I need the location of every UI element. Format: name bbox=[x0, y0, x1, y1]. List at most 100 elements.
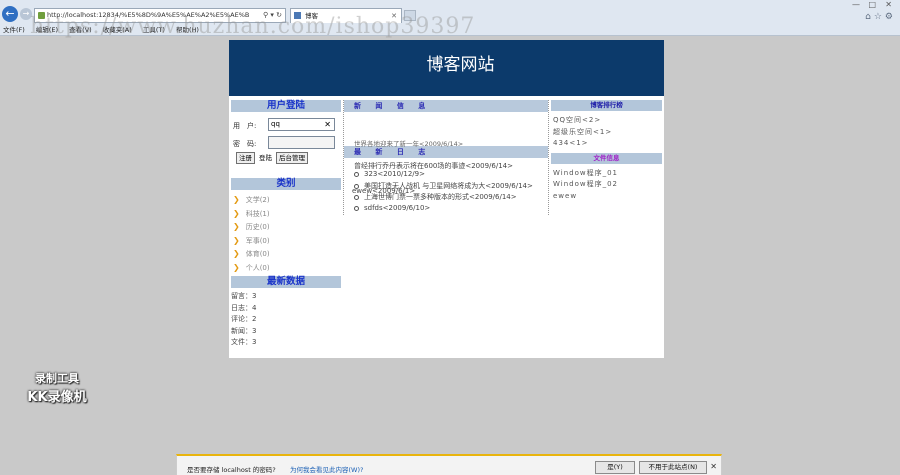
stat-item: 新闻：3 bbox=[231, 326, 257, 335]
browser-chrome: ← → http://localhost:12834/%E5%8D%9A%E5%… bbox=[0, 0, 900, 39]
home-icon[interactable]: ⌂ bbox=[865, 12, 874, 22]
menu-view[interactable]: 查看(V) bbox=[69, 26, 92, 34]
menu-tools[interactable]: 工具(T) bbox=[143, 26, 165, 34]
ranking-item[interactable]: 超级乐空间<1> bbox=[551, 127, 662, 139]
menu-edit[interactable]: 编辑(E) bbox=[36, 26, 58, 34]
recorder-watermark: 录制工具 KK录像机 bbox=[18, 370, 96, 405]
news-marquee: 世界各地迎来了新一年<2009/6/14> bbox=[344, 112, 548, 148]
chevron-right-icon: ❯ bbox=[233, 249, 240, 258]
password-input[interactable] bbox=[268, 136, 335, 149]
forward-arrow-icon[interactable]: → bbox=[20, 8, 32, 20]
page-icon bbox=[38, 12, 45, 19]
search-icon[interactable]: ⚲ ▾ ↻ bbox=[263, 9, 282, 22]
category-label: 科技(1) bbox=[245, 209, 270, 218]
right-column: 博客排行榜 QQ空间<2> 超级乐空间<1> 434<1> 文件信息 Windo… bbox=[551, 100, 662, 202]
username-row: 用 户: qq ✕ bbox=[231, 117, 341, 132]
file-item[interactable]: Window程序_01 bbox=[551, 168, 662, 180]
address-url: http://localhost:12834/%E5%8D%9A%E5%AE%A… bbox=[47, 11, 250, 19]
log-item[interactable]: 323<2010/12/9> bbox=[354, 170, 425, 178]
site-title: 博客网站 bbox=[426, 55, 495, 75]
save-password-bar: 是否要存储 localhost 的密码? 为何我会看见此内容(W)? 是(Y) … bbox=[176, 454, 722, 475]
username-value: qq bbox=[271, 120, 280, 128]
site-banner: 博客网站 bbox=[229, 40, 664, 96]
left-column: 用户登陆 用 户: qq ✕ 密 码: 注册 登陆 后台管理 类别 ❯ 文学(2) ❯… bbox=[231, 100, 341, 349]
chevron-right-icon: ❯ bbox=[233, 195, 240, 204]
menu-help[interactable]: 帮助(H) bbox=[176, 26, 199, 34]
ranking-heading: 博客排行榜 bbox=[551, 100, 662, 111]
middle-column: 新 闻 信 息 世界各地迎来了新一年<2009/6/14> 最 新 日 志 曾经… bbox=[343, 100, 549, 215]
close-icon[interactable]: ✕ bbox=[391, 9, 397, 23]
stats-heading: 最新数据 bbox=[231, 276, 341, 288]
ranking-item[interactable]: QQ空间<2> bbox=[551, 115, 662, 127]
never-button[interactable]: 不用于此站点(N) bbox=[639, 461, 707, 474]
log-label: 上海世博门票一票多种版本的形式<2009/6/14> bbox=[364, 193, 517, 201]
chevron-right-icon: ❯ bbox=[233, 208, 240, 218]
clear-icon[interactable]: ✕ bbox=[324, 119, 331, 130]
tab-favicon-icon bbox=[294, 12, 301, 19]
username-input[interactable]: qq ✕ bbox=[268, 118, 335, 131]
recorder-line2: KK录像机 bbox=[27, 390, 87, 405]
stat-item: 留言：3 bbox=[231, 292, 257, 300]
log-label: 323<2010/12/9> bbox=[364, 170, 425, 178]
category-item[interactable]: ❯ 个人(0) bbox=[233, 261, 341, 275]
gear-icon[interactable]: ⚙ bbox=[885, 12, 896, 22]
file-item[interactable]: ewew bbox=[551, 191, 662, 203]
log-item[interactable]: 上海世博门票一票多种版本的形式<2009/6/14> bbox=[354, 192, 517, 202]
browser-tab[interactable]: 博客 ✕ bbox=[290, 8, 402, 23]
new-tab-button[interactable] bbox=[404, 10, 416, 21]
log-label: sdfds<2009/6/10> bbox=[364, 204, 431, 212]
chevron-right-icon: ❯ bbox=[233, 235, 240, 245]
file-item[interactable]: Window程序_02 bbox=[551, 179, 662, 191]
star-icon[interactable]: ☆ bbox=[874, 12, 885, 22]
recorder-line1: 录制工具 bbox=[35, 372, 79, 385]
ranking-item[interactable]: 434<1> bbox=[551, 138, 662, 150]
category-item[interactable]: ❯ 军事(0) bbox=[233, 234, 341, 248]
username-label: 用 户: bbox=[233, 122, 257, 130]
password-row: 密 码: bbox=[231, 135, 341, 150]
category-label: 体育(0) bbox=[245, 250, 270, 258]
stat-item: 日志：4 bbox=[231, 303, 257, 312]
menu-bar: 文件(F) 编辑(E) 查看(V) 收藏夹(A) 工具(T) 帮助(H) bbox=[0, 24, 900, 36]
category-label: 军事(0) bbox=[245, 236, 270, 245]
bullet-icon bbox=[354, 171, 359, 177]
category-label: 历史(0) bbox=[245, 223, 270, 231]
stat-item: 文件：3 bbox=[231, 338, 257, 346]
window-close-icon[interactable]: ✕ bbox=[885, 0, 892, 9]
bullet-icon bbox=[354, 194, 359, 200]
news-item[interactable]: 世界各地迎来了新一年<2009/6/14> bbox=[354, 138, 463, 148]
register-button[interactable]: 注册 bbox=[236, 152, 255, 164]
category-item[interactable]: ❯ 历史(0) bbox=[233, 220, 341, 234]
category-label: 个人(0) bbox=[245, 263, 270, 272]
password-label: 密 码: bbox=[233, 140, 257, 148]
notification-text: 是否要存储 localhost 的密码? bbox=[187, 466, 276, 474]
why-link[interactable]: 为何我会看见此内容(W)? bbox=[290, 464, 363, 474]
toolbar-icons: ⌂☆⚙ bbox=[865, 12, 896, 22]
files-heading: 文件信息 bbox=[551, 152, 662, 164]
category-label: 文学(2) bbox=[245, 196, 270, 204]
minimize-icon[interactable]: — bbox=[852, 0, 860, 9]
login-heading: 用户登陆 bbox=[231, 100, 341, 112]
stats-list: 留言：3 日志：4 评论：2 新闻：3 文件：3 bbox=[231, 288, 341, 349]
category-list: ❯ 文学(2) ❯ 科技(1) ❯ 历史(0) ❯ 军事(0) ❯ 体育(0) ❯ 个人(0… bbox=[231, 190, 341, 274]
login-buttons: 注册 登陆 后台管理 bbox=[231, 150, 341, 166]
news-heading: 新 闻 信 息 bbox=[344, 100, 548, 112]
stat-item: 评论：2 bbox=[231, 315, 257, 323]
blog-page: 博客网站 用户登陆 用 户: qq ✕ 密 码: 注册 登陆 后台管理 类别 ❯ 文学… bbox=[229, 40, 664, 358]
maximize-icon[interactable]: □ bbox=[868, 0, 876, 9]
menu-file[interactable]: 文件(F) bbox=[3, 26, 25, 34]
chevron-right-icon: ❯ bbox=[233, 222, 240, 231]
log-item[interactable]: sdfds<2009/6/10> bbox=[354, 204, 430, 212]
address-bar[interactable]: http://localhost:12834/%E5%8D%9A%E5%AE%A… bbox=[34, 8, 286, 23]
back-arrow-icon[interactable]: ← bbox=[2, 6, 18, 22]
category-heading: 类别 bbox=[231, 178, 341, 190]
category-item[interactable]: ❯ 文学(2) bbox=[233, 193, 341, 207]
bullet-icon bbox=[354, 205, 359, 211]
login-button[interactable]: 登陆 bbox=[256, 152, 275, 164]
admin-button[interactable]: 后台管理 bbox=[276, 152, 308, 164]
yes-button[interactable]: 是(Y) bbox=[595, 461, 635, 474]
category-item[interactable]: ❯ 体育(0) bbox=[233, 247, 341, 261]
close-icon[interactable]: ✕ bbox=[710, 462, 717, 471]
logs-marquee: 曾经排行乔丹表示将在600场的事迹<2009/6/14> 323<2010/12… bbox=[344, 158, 548, 215]
menu-favorites[interactable]: 收藏夹(A) bbox=[103, 26, 132, 34]
category-item[interactable]: ❯ 科技(1) bbox=[233, 207, 341, 221]
